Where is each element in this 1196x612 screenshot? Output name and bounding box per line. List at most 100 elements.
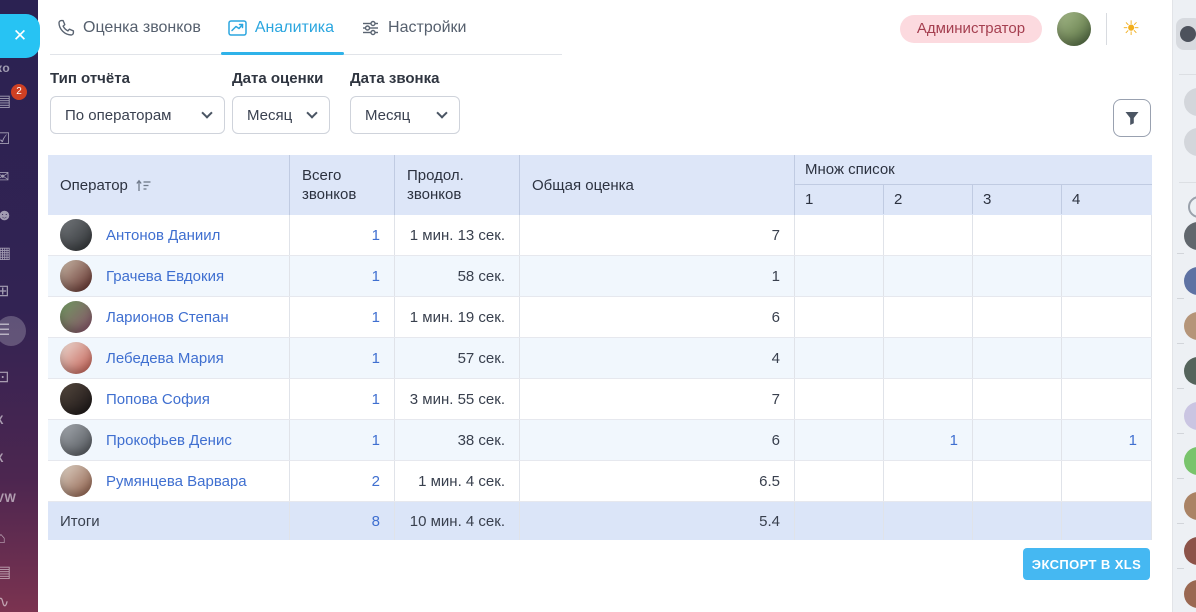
sub-column-2: 2 <box>884 185 973 214</box>
totals-multi-2 <box>884 502 973 540</box>
duration-cell: 58 сек. <box>395 256 520 296</box>
column-header-duration: Продол. звонков <box>395 155 520 215</box>
sidebar-item-home-icon[interactable]: ⌂ <box>0 527 38 551</box>
dock-avatar[interactable] <box>1184 492 1196 520</box>
sidebar-item-monitor-icon[interactable]: ⊡ <box>0 366 38 390</box>
top-right-controls: Администратор ☀ <box>900 0 1140 57</box>
export-xls-button[interactable]: ЭКСПОРТ В XLS <box>1023 548 1150 580</box>
multi-list-count-link[interactable]: 1 <box>1129 432 1137 449</box>
sidebar-item-logo[interactable]: ко <box>0 56 38 80</box>
sidebar-item-contacts-icon[interactable]: ☻ <box>0 204 38 228</box>
sidebar-item-mail-icon[interactable]: ✉ <box>0 166 38 190</box>
operator-name-link[interactable]: Грачева Евдокия <box>106 268 224 285</box>
score-cell: 7 <box>520 379 795 419</box>
dock-avatar[interactable] <box>1184 447 1196 475</box>
multi-list-cell-3 <box>973 420 1062 460</box>
call-date-select[interactable]: Месяц <box>350 96 460 134</box>
multi-list-cell-1 <box>795 215 884 255</box>
multi-list-cell-3 <box>973 461 1062 501</box>
calls-count-link[interactable]: 1 <box>372 432 380 449</box>
column-header-operator[interactable]: Оператор <box>48 155 290 215</box>
dock-avatar[interactable] <box>1184 357 1196 385</box>
calls-count-link[interactable]: 1 <box>372 227 380 244</box>
dock-avatar[interactable] <box>1184 537 1196 565</box>
dock-dash <box>1177 388 1184 389</box>
analytics-table: Оператор Всего звонков Продол. звонков О… <box>48 155 1152 540</box>
operator-name-link[interactable]: Прокофьев Денис <box>106 432 232 449</box>
calls-count-link[interactable]: 1 <box>372 350 380 367</box>
operator-name-link[interactable]: Лебедева Мария <box>106 350 224 367</box>
total-calls-cell: 1 <box>290 338 395 378</box>
operator-name-link[interactable]: Ларионов Степан <box>106 309 229 326</box>
multi-list-cell-2 <box>884 338 973 378</box>
calls-count-link[interactable]: 1 <box>372 391 380 408</box>
avatar <box>60 424 92 456</box>
dock-avatar[interactable] <box>1184 580 1196 608</box>
report-type-select[interactable]: По операторам <box>50 96 225 134</box>
totals-count-link[interactable]: 8 <box>372 513 380 530</box>
calls-count-link[interactable]: 1 <box>372 268 380 285</box>
dock-dash <box>1177 568 1184 569</box>
call-date-value: Месяц <box>365 107 410 124</box>
total-calls-cell: 1 <box>290 420 395 460</box>
sidebar-item-k1[interactable]: К <box>0 408 38 432</box>
dock-ring-button[interactable] <box>1188 196 1196 218</box>
dock-avatar[interactable] <box>1184 402 1196 430</box>
dock-avatar[interactable] <box>1184 267 1196 295</box>
multi-list-count-link[interactable]: 1 <box>950 432 958 449</box>
multi-list-cell-2 <box>884 379 973 419</box>
close-widget-button[interactable]: ✕ <box>0 14 40 58</box>
operator-name-link[interactable]: Попова София <box>106 391 210 408</box>
multi-list-cell-4: 1 <box>1062 420 1152 460</box>
sidebar-item-calendar-icon[interactable]: ⊞ <box>0 280 38 304</box>
duration-cell: 1 мин. 19 сек. <box>395 297 520 337</box>
sidebar-item-card-icon[interactable]: ▦ <box>0 242 38 266</box>
calls-count-link[interactable]: 2 <box>372 473 380 490</box>
column-header-score: Общая оценка <box>520 155 795 215</box>
totals-multi-3 <box>973 502 1062 540</box>
avatar <box>60 301 92 333</box>
column-label: Общая оценка <box>532 176 634 195</box>
eval-date-select[interactable]: Месяц <box>232 96 330 134</box>
tab-call-evaluation[interactable]: Оценка звонков <box>57 0 201 56</box>
theme-sun-icon[interactable]: ☀ <box>1122 19 1140 39</box>
sidebar-item-settings-sliders-icon[interactable]: ☰ <box>0 319 38 343</box>
tab-analytics[interactable]: Аналитика <box>228 0 334 56</box>
sidebar-item-tasks-icon[interactable]: ☑ <box>0 128 38 152</box>
score-cell: 6 <box>520 297 795 337</box>
call-date-label: Дата звонка <box>350 70 460 87</box>
multi-list-cell-2 <box>884 297 973 337</box>
eval-date-value: Месяц <box>247 107 292 124</box>
dock-button[interactable] <box>1184 88 1196 116</box>
operator-name-link[interactable]: Антонов Даниил <box>106 227 220 244</box>
duration-cell: 3 мин. 55 сек. <box>395 379 520 419</box>
operator-name-link[interactable]: Румянцева Варвара <box>106 473 247 490</box>
sidebar-item-document-icon[interactable]: ▤ <box>0 561 38 585</box>
dock-dash <box>1177 523 1184 524</box>
totals-label-cell: Итоги <box>48 502 290 540</box>
user-avatar[interactable] <box>1057 12 1091 46</box>
multi-list-cell-3 <box>973 256 1062 296</box>
sidebar-item-vw[interactable]: VW <box>0 486 38 510</box>
dock-top-button[interactable] <box>1176 18 1196 50</box>
dock-divider <box>1179 74 1196 75</box>
multi-list-cell-1 <box>795 461 884 501</box>
dock-avatar[interactable] <box>1184 312 1196 340</box>
dock-dash <box>1177 433 1184 434</box>
tab-settings[interactable]: Настройки <box>361 0 466 56</box>
multi-list-cell-4 <box>1062 215 1152 255</box>
dock-avatar[interactable] <box>1184 222 1196 250</box>
dock-button[interactable] <box>1184 128 1196 156</box>
sidebar-item-k2[interactable]: К <box>0 446 38 470</box>
multi-list-cell-2 <box>884 256 973 296</box>
tab-label: Оценка звонков <box>83 19 201 37</box>
totals-duration-cell: 10 мин. 4 сек. <box>395 502 520 540</box>
sub-columns: 1 2 3 4 <box>795 185 1152 214</box>
eval-date-label: Дата оценки <box>232 70 330 87</box>
duration-cell: 57 сек. <box>395 338 520 378</box>
sidebar-item-signature-icon[interactable]: ∿ <box>0 591 38 612</box>
multi-list-cell-1 <box>795 297 884 337</box>
calls-count-link[interactable]: 1 <box>372 309 380 326</box>
chevron-down-icon <box>201 107 212 118</box>
filter-button[interactable] <box>1113 99 1151 137</box>
